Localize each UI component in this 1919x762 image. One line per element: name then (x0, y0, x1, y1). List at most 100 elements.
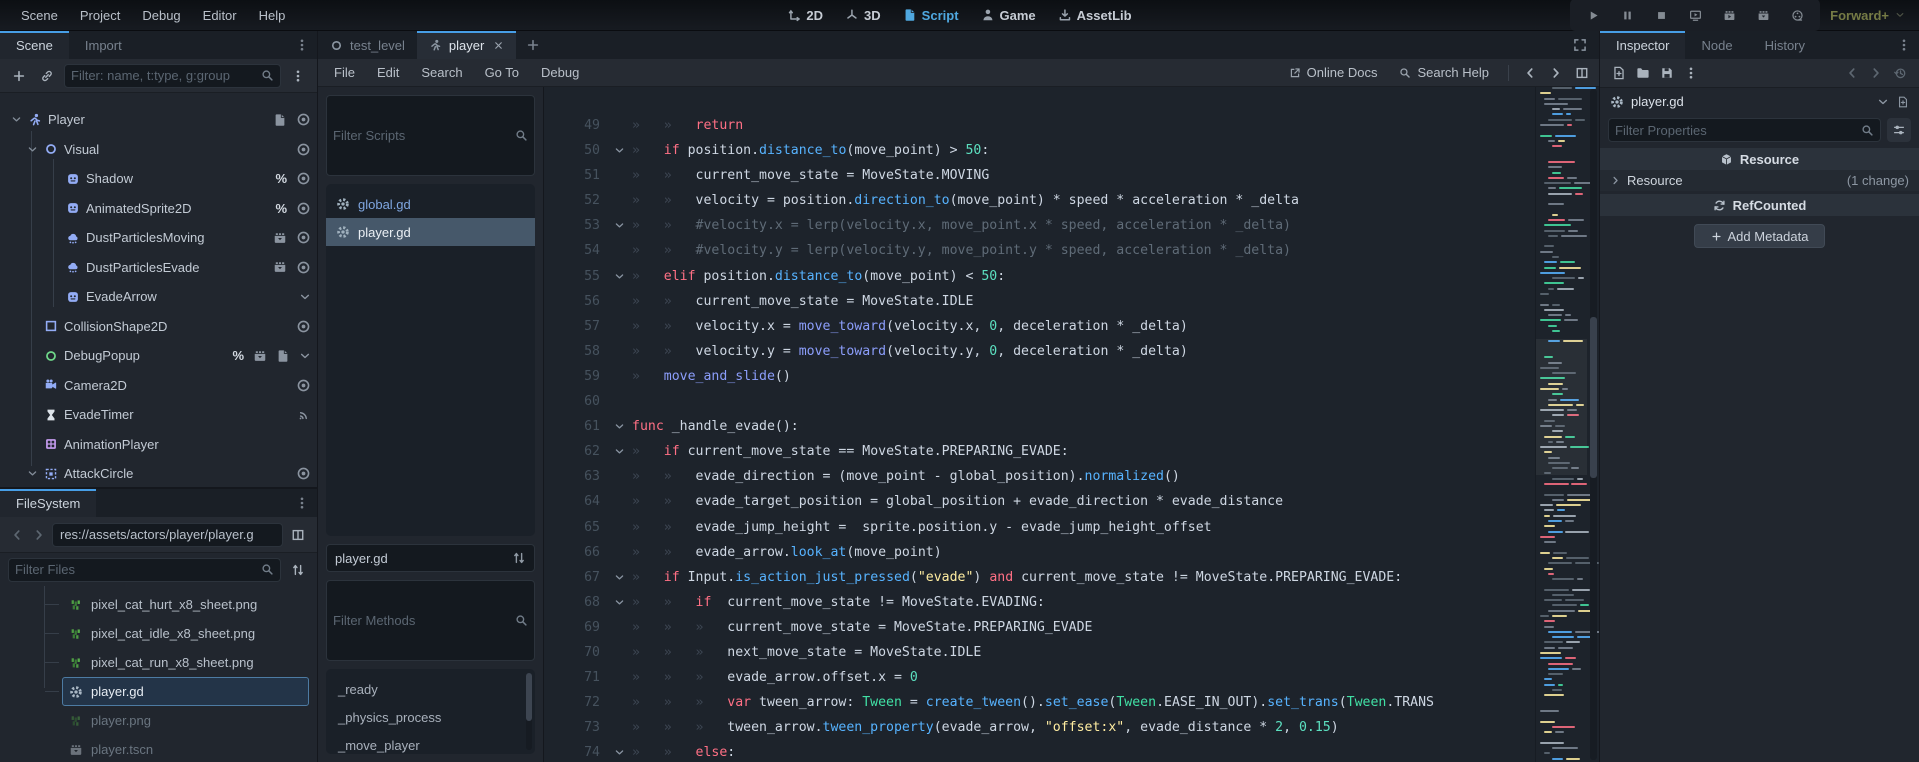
minimap-viewport[interactable] (1536, 339, 1587, 475)
online-docs-button[interactable]: Online Docs (1280, 62, 1387, 83)
renderer-dropdown[interactable]: Forward+ (1830, 8, 1905, 23)
load-resource-button[interactable] (1632, 62, 1654, 84)
object-history-button[interactable] (1889, 62, 1911, 84)
scene-filter-input[interactable] (71, 68, 255, 83)
script-history-forward-button[interactable] (1545, 62, 1567, 84)
distraction-free-button[interactable] (1561, 31, 1599, 59)
code-line-60[interactable]: 60 (544, 389, 1533, 414)
new-tab-button[interactable] (516, 31, 550, 59)
mode-game-button[interactable]: Game (973, 5, 1044, 26)
chevron-down-icon[interactable] (1877, 96, 1889, 108)
play-button[interactable] (1582, 4, 1604, 26)
scene-node-Player[interactable]: Player (0, 105, 317, 135)
instance-scene-button[interactable] (36, 65, 58, 87)
fs-path-input[interactable] (60, 527, 275, 542)
editor-tab-player[interactable]: player (417, 31, 516, 59)
inspector-forward-button[interactable] (1865, 62, 1887, 84)
sort-methods-icon[interactable] (512, 551, 526, 565)
new-resource-button[interactable] (1608, 62, 1630, 84)
toggle-scripts-panel-button[interactable] (1571, 62, 1593, 84)
code-line-68[interactable]: 68 »»if current_move_state != MoveState.… (544, 590, 1533, 615)
play-scene-button[interactable] (1718, 4, 1740, 26)
code-line-58[interactable]: 58 »»velocity.y = move_toward(velocity.y… (544, 339, 1533, 364)
code-line-50[interactable]: 50 »if position.distance_to(move_point) … (544, 138, 1533, 163)
movie-maker-button[interactable] (1786, 4, 1808, 26)
method-_physics_process[interactable]: _physics_process (326, 703, 535, 731)
tab-history[interactable]: History (1749, 31, 1821, 59)
script-item-player.gd[interactable]: player.gd (326, 218, 535, 246)
code-line-65[interactable]: 65 »»evade_jump_height = sprite.position… (544, 515, 1533, 540)
code-line-67[interactable]: 67 »if Input.is_action_just_pressed("eva… (544, 565, 1533, 590)
menu-scene[interactable]: Scene (12, 4, 67, 27)
code-line-56[interactable]: 56 »»current_move_state = MoveState.IDLE (544, 289, 1533, 314)
resource-menu-button[interactable] (1680, 62, 1702, 84)
scene-node-Visual[interactable]: Visual (0, 135, 317, 165)
fs-filter-input[interactable] (15, 562, 255, 577)
code-line-55[interactable]: 55 »elif position.distance_to(move_point… (544, 264, 1533, 289)
code-scrollbar[interactable] (1590, 89, 1597, 760)
menu-project[interactable]: Project (71, 4, 129, 27)
add-metadata-button[interactable]: Add Metadata (1694, 224, 1826, 248)
method-list-scrollbar[interactable] (526, 673, 532, 750)
code-line-69[interactable]: 69 »»»current_move_state = MoveState.PRE… (544, 615, 1533, 640)
file-pixel_cat_hurt_x8_sheet.png[interactable]: pixel_cat_hurt_x8_sheet.png (62, 590, 309, 619)
script-menu-edit[interactable]: Edit (367, 61, 409, 84)
code-line-61[interactable]: 61 func _handle_evade(): (544, 414, 1533, 439)
scene-node-DustParticlesMoving[interactable]: DustParticlesMoving (0, 223, 317, 253)
close-tab-icon[interactable] (493, 40, 504, 51)
inspector-dock-menu-button[interactable] (1889, 31, 1919, 59)
filesystem-dock-menu-button[interactable] (287, 489, 317, 517)
scene-node-AnimationPlayer[interactable]: AnimationPlayer (0, 430, 317, 460)
script-item-global.gd[interactable]: global.gd (326, 190, 535, 218)
filter-methods-input[interactable] (333, 613, 509, 628)
fs-sort-button[interactable] (287, 559, 309, 581)
script-menu-goto[interactable]: Go To (475, 61, 529, 84)
inspected-object-row[interactable]: player.gd (1600, 88, 1919, 115)
file-player.gd[interactable]: player.gd (62, 677, 309, 706)
play-custom-scene-button[interactable] (1752, 4, 1774, 26)
code-line-72[interactable]: 72 »»»var tween_arrow: Tween = create_tw… (544, 690, 1533, 715)
editor-tab-test_level[interactable]: test_level (318, 31, 417, 59)
scene-node-AnimatedSprite2D[interactable]: AnimatedSprite2D % (0, 194, 317, 224)
filter-scripts-input[interactable] (333, 128, 509, 143)
resource-options-icon[interactable] (1897, 96, 1909, 108)
scene-node-AttackCircle[interactable]: AttackCircle (0, 459, 317, 487)
file-player.tscn[interactable]: player.tscn (62, 735, 309, 762)
code-line-53[interactable]: 53 »»#velocity.x = lerp(velocity.x, move… (544, 213, 1533, 238)
scene-tree-menu-button[interactable] (287, 65, 309, 87)
mode-3d-button[interactable]: 3D (837, 5, 889, 26)
script-menu-search[interactable]: Search (411, 61, 472, 84)
code-minimap[interactable] (1535, 87, 1587, 762)
section-resource[interactable]: Resource (1600, 148, 1919, 170)
code-line-51[interactable]: 51 »»current_move_state = MoveState.MOVI… (544, 163, 1533, 188)
code-line-57[interactable]: 57 »»velocity.x = move_toward(velocity.x… (544, 314, 1533, 339)
code-line-62[interactable]: 62 »if current_move_state == MoveState.P… (544, 439, 1533, 464)
menu-help[interactable]: Help (250, 4, 295, 27)
fs-forward-button[interactable] (30, 528, 48, 542)
code-line-66[interactable]: 66 »»evade_arrow.look_at(move_point) (544, 540, 1533, 565)
scene-node-EvadeTimer[interactable]: EvadeTimer (0, 400, 317, 430)
code-line-74[interactable]: 74 »»else: (544, 740, 1533, 762)
play-remote-button[interactable] (1684, 4, 1706, 26)
scene-node-CollisionShape2D[interactable]: CollisionShape2D (0, 312, 317, 342)
tab-filesystem[interactable]: FileSystem (0, 489, 96, 517)
scene-node-Camera2D[interactable]: Camera2D (0, 371, 317, 401)
script-menu-debug[interactable]: Debug (531, 61, 589, 84)
mode-2d-button[interactable]: 2D (779, 5, 831, 26)
script-history-back-button[interactable] (1519, 62, 1541, 84)
file-player.png[interactable]: player.png (62, 706, 309, 735)
file-pixel_cat_idle_x8_sheet.png[interactable]: pixel_cat_idle_x8_sheet.png (62, 619, 309, 648)
menu-editor[interactable]: Editor (194, 4, 246, 27)
tab-import[interactable]: Import (69, 31, 138, 59)
resource-change-row[interactable]: Resource (1 change) (1600, 170, 1919, 191)
filter-properties-input[interactable] (1615, 123, 1855, 138)
inspector-back-button[interactable] (1841, 62, 1863, 84)
add-node-button[interactable] (8, 65, 30, 87)
scene-node-DebugPopup[interactable]: DebugPopup % (0, 341, 317, 371)
section-refcounted[interactable]: RefCounted (1600, 194, 1919, 216)
code-line-64[interactable]: 64 »»evade_target_position = global_posi… (544, 489, 1533, 514)
pause-button[interactable] (1616, 4, 1638, 26)
mode-assetlib-button[interactable]: AssetLib (1050, 5, 1140, 26)
method-_move_player[interactable]: _move_player (326, 731, 535, 754)
script-menu-file[interactable]: File (324, 61, 365, 84)
